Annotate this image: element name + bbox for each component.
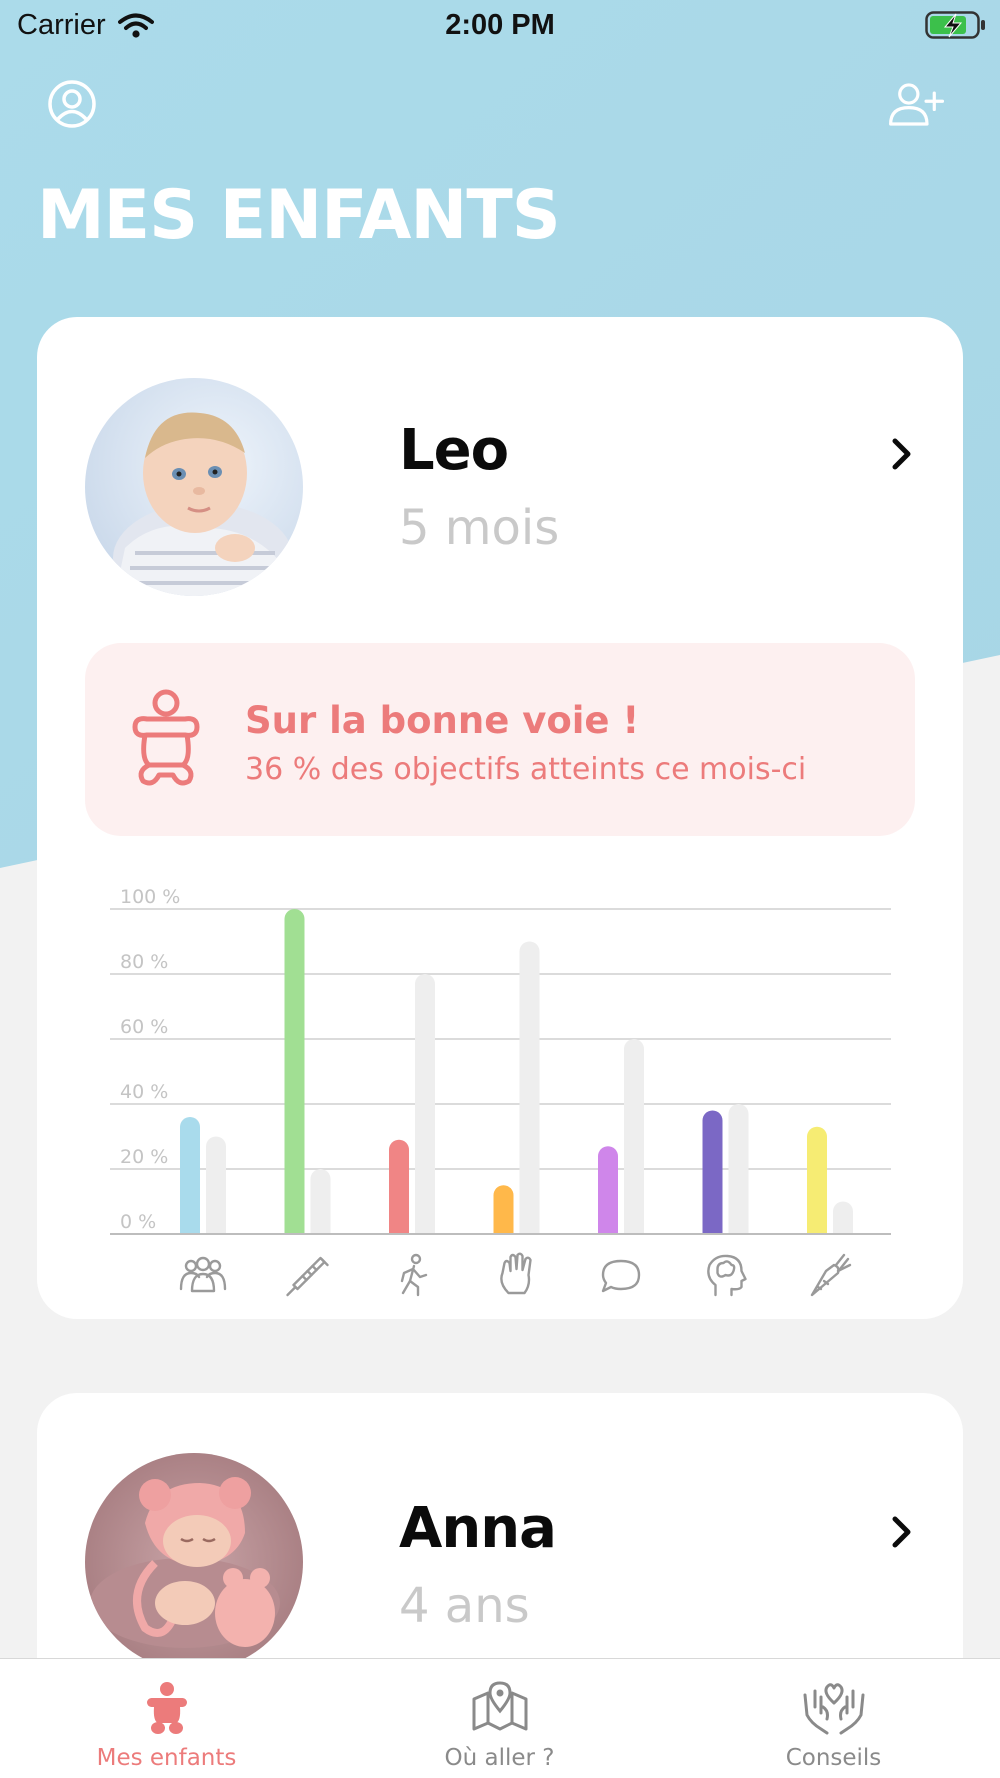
speech-bubble-icon bbox=[601, 1259, 641, 1293]
walking-icon bbox=[400, 1253, 428, 1297]
status-bar: Carrier 2:00 PM bbox=[0, 0, 1000, 52]
tab-conseils[interactable]: Conseils bbox=[667, 1659, 1000, 1778]
battery-icon bbox=[925, 11, 985, 39]
baby-icon bbox=[146, 1682, 187, 1734]
y-tick-label: 80 % bbox=[120, 951, 168, 973]
progress-bar bbox=[180, 1117, 200, 1244]
child-name: Anna bbox=[399, 1496, 557, 1561]
avatar-anna bbox=[85, 1453, 303, 1671]
user-circle-icon bbox=[48, 80, 96, 128]
target-bar bbox=[310, 1169, 331, 1244]
y-tick-label: 100 % bbox=[120, 886, 180, 908]
y-tick-label: 20 % bbox=[120, 1146, 168, 1168]
tab-mes-enfants[interactable]: Mes enfants bbox=[0, 1659, 333, 1778]
hand-icon bbox=[500, 1252, 532, 1295]
progress-bar bbox=[284, 909, 305, 1244]
y-tick-label: 0 % bbox=[120, 1211, 156, 1233]
target-bar bbox=[206, 1136, 226, 1244]
progress-bar bbox=[598, 1146, 618, 1244]
carrot-icon bbox=[810, 1253, 852, 1297]
target-bar bbox=[624, 1039, 644, 1244]
chevron-right-icon bbox=[892, 1516, 911, 1548]
progress-chart: 0 % 20 % 40 % 60 % 80 % 100 % bbox=[110, 886, 891, 1297]
hands-heart-icon bbox=[803, 1683, 864, 1735]
target-bar bbox=[519, 941, 540, 1244]
profile-button[interactable] bbox=[42, 74, 102, 134]
target-bar bbox=[728, 1104, 749, 1244]
page-title: MES ENFANTS bbox=[37, 176, 561, 255]
y-tick-label: 40 % bbox=[120, 1081, 168, 1103]
family-icon bbox=[179, 1256, 227, 1293]
newborn-photo bbox=[85, 1453, 303, 1671]
brain-head-icon bbox=[707, 1254, 747, 1297]
tab-bar: Mes enfants Où aller ? Conseils bbox=[0, 1658, 1000, 1778]
progress-bar bbox=[702, 1110, 723, 1244]
baseline-mask bbox=[110, 1235, 891, 1255]
tab-label: Conseils bbox=[785, 1745, 882, 1771]
progress-bar bbox=[389, 1139, 409, 1244]
child-age: 4 ans bbox=[399, 1578, 530, 1634]
user-plus-icon bbox=[889, 83, 945, 126]
tab-label: Où aller ? bbox=[444, 1745, 555, 1771]
tab-label: Mes enfants bbox=[96, 1745, 237, 1771]
map-pin-icon bbox=[472, 1681, 527, 1731]
tab-ou-aller[interactable]: Où aller ? bbox=[333, 1659, 666, 1778]
open-child-button[interactable] bbox=[882, 1510, 922, 1554]
add-child-button[interactable] bbox=[887, 74, 947, 134]
syringe-icon bbox=[286, 1256, 329, 1297]
target-bar bbox=[415, 974, 435, 1244]
child-card-leo[interactable]: Leo 5 mois Sur la bonne voie ! 36 % des … bbox=[37, 317, 963, 1319]
progress-bar bbox=[807, 1126, 827, 1244]
y-tick-label: 60 % bbox=[120, 1016, 168, 1038]
clock: 2:00 PM bbox=[445, 9, 555, 41]
